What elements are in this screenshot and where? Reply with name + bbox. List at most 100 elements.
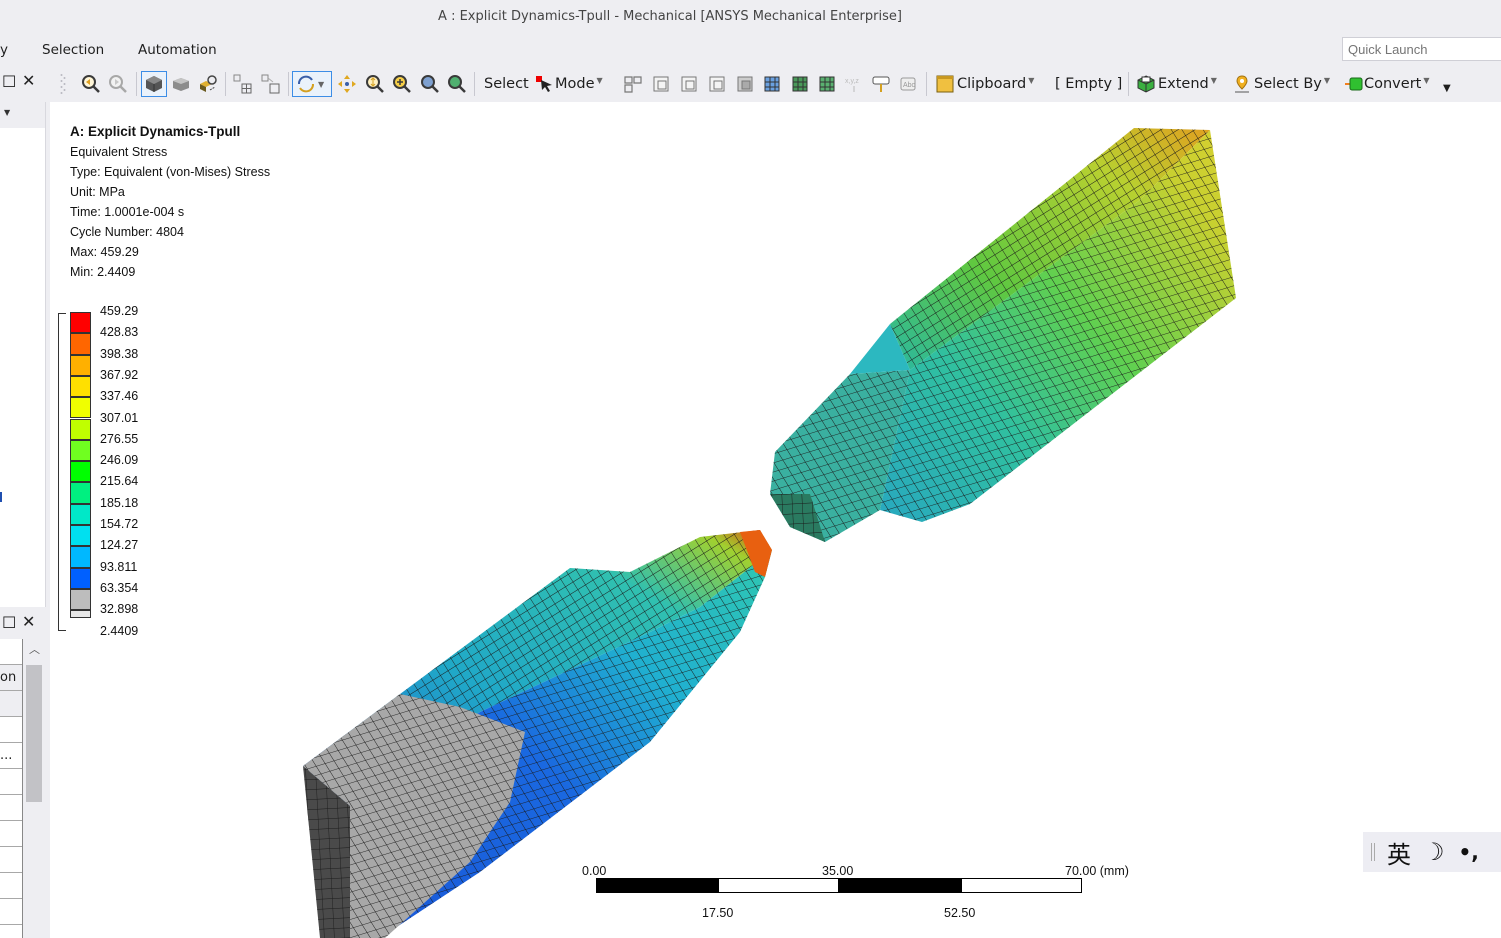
element-icon[interactable] bbox=[789, 73, 811, 95]
toolbar-separator bbox=[225, 72, 226, 96]
maximize-panel-icon[interactable]: ☐ bbox=[2, 72, 16, 91]
select-box-icon[interactable] bbox=[260, 73, 282, 95]
clipboard-label: Clipboard bbox=[957, 76, 1027, 92]
svg-text:x,y,z: x,y,z bbox=[845, 78, 859, 85]
clipboard-status: [ Empty ] bbox=[1055, 76, 1123, 92]
grid-row[interactable] bbox=[0, 821, 22, 847]
upper-fragment[interactable] bbox=[770, 128, 1236, 542]
extend-label: Extend bbox=[1158, 76, 1209, 92]
cursor-icon bbox=[536, 76, 552, 92]
grid-row[interactable]: on bbox=[0, 665, 22, 691]
chevron-down-icon: ▼ bbox=[318, 79, 325, 89]
details-scrollbar[interactable]: ︿ bbox=[25, 639, 43, 938]
mode-label: Mode bbox=[555, 76, 595, 92]
grid-row[interactable] bbox=[0, 899, 22, 925]
scale-segment bbox=[961, 878, 1082, 893]
toolbar-grip-icon[interactable] bbox=[58, 73, 68, 95]
clipboard-icon bbox=[936, 75, 954, 93]
scale-label-17-5: 17.50 bbox=[702, 906, 734, 920]
pan-icon[interactable] bbox=[336, 73, 358, 95]
mesh-select-icon[interactable] bbox=[622, 73, 644, 95]
rotate-icon bbox=[298, 75, 314, 93]
zoom-to-fit-icon[interactable] bbox=[419, 73, 441, 95]
close-panel-icon[interactable]: ✕ bbox=[22, 71, 35, 90]
isometric-view-icon[interactable] bbox=[141, 71, 167, 97]
select-grid-icon[interactable] bbox=[232, 73, 254, 95]
zoom-icon[interactable] bbox=[364, 73, 386, 95]
element-face-icon[interactable] bbox=[761, 73, 783, 95]
close-panel-icon[interactable]: ✕ bbox=[22, 612, 35, 631]
scale-segment bbox=[596, 878, 718, 893]
ime-toolbar[interactable]: 英 ☽ •, bbox=[1363, 832, 1501, 872]
title-bar: A : Explicit Dynamics-Tpull - Mechanical… bbox=[0, 0, 1501, 34]
scale-segment bbox=[839, 878, 961, 893]
grid-row[interactable] bbox=[0, 847, 22, 873]
ime-punctuation-icon[interactable]: •, bbox=[1459, 840, 1479, 864]
convert-dropdown[interactable]: Convert ▼ bbox=[1344, 66, 1430, 102]
outline-panel-header: ▼ bbox=[0, 102, 45, 128]
grid-row[interactable] bbox=[0, 873, 22, 899]
face-select-icon[interactable] bbox=[650, 73, 672, 95]
body-select-icon[interactable] bbox=[734, 73, 756, 95]
convert-label: Convert bbox=[1364, 76, 1422, 92]
vertex-select-icon[interactable] bbox=[706, 73, 728, 95]
grid-row[interactable] bbox=[0, 639, 22, 665]
render-options-icon[interactable] bbox=[197, 73, 219, 95]
extend-dropdown[interactable]: Extend ▼ bbox=[1136, 66, 1217, 102]
zoom-selection-icon[interactable] bbox=[446, 73, 468, 95]
scale-label-0: 0.00 bbox=[582, 864, 607, 878]
menu-item-automation[interactable]: Automation bbox=[138, 42, 217, 58]
grid-row[interactable] bbox=[0, 769, 22, 795]
chevron-down-icon: ▼ bbox=[1210, 75, 1217, 85]
label-icon[interactable] bbox=[870, 73, 892, 95]
node-icon[interactable] bbox=[816, 73, 838, 95]
toolbar-separator bbox=[136, 72, 137, 96]
details-grid: on ... bbox=[0, 639, 23, 938]
scale-segment bbox=[718, 878, 839, 893]
toolbar-separator bbox=[288, 72, 289, 96]
graphics-toolbar: ☐ ✕ ▼ Select Mode ▼ x,y,z Abc Clipboard … bbox=[0, 66, 1501, 102]
chevron-down-icon: ▼ bbox=[1028, 75, 1035, 85]
graphics-viewport[interactable]: A: Explicit Dynamics-Tpull Equivalent St… bbox=[50, 102, 1501, 938]
grid-row[interactable] bbox=[0, 717, 22, 743]
coordinate-icon[interactable]: x,y,z bbox=[843, 73, 865, 95]
quick-launch-input[interactable] bbox=[1342, 37, 1501, 61]
ime-moon-icon[interactable]: ☽ bbox=[1423, 838, 1445, 866]
edge-select-icon[interactable] bbox=[678, 73, 700, 95]
scroll-up-icon[interactable]: ︿ bbox=[29, 641, 40, 657]
scrollbar-thumb[interactable] bbox=[26, 665, 42, 802]
chevron-down-icon: ▼ bbox=[1323, 75, 1331, 85]
extend-icon bbox=[1137, 75, 1155, 93]
grid-row[interactable] bbox=[0, 795, 22, 821]
chevron-down-icon: ▼ bbox=[596, 75, 603, 85]
menu-bar: y Selection Automation bbox=[0, 34, 1501, 66]
zoom-next-icon[interactable] bbox=[107, 73, 129, 95]
select-button[interactable]: Select bbox=[484, 66, 529, 102]
zoom-in-icon[interactable] bbox=[391, 73, 413, 95]
clipboard-dropdown[interactable]: Clipboard ▼ bbox=[935, 66, 1034, 102]
maximize-panel-icon[interactable]: ☐ bbox=[2, 613, 16, 632]
outline-panel: ▼ bbox=[0, 102, 46, 607]
menu-item-selection[interactable]: Selection bbox=[42, 42, 104, 58]
scale-bar: 0.00 35.00 70.00 (mm) 17.50 52.50 bbox=[580, 860, 1140, 920]
dropdown-arrow-icon[interactable]: ▼ bbox=[4, 108, 10, 117]
tree-partial-marker bbox=[0, 492, 2, 502]
rotate-dropdown[interactable]: ▼ bbox=[292, 71, 332, 97]
chevron-down-icon: ▼ bbox=[1423, 75, 1430, 85]
ime-grip-icon[interactable] bbox=[1371, 843, 1375, 861]
toolbar-overflow-icon[interactable]: ▼ bbox=[1443, 70, 1451, 106]
ime-language-toggle[interactable]: 英 bbox=[1387, 835, 1411, 870]
select-mode-dropdown[interactable]: Mode ▼ bbox=[535, 66, 603, 102]
zoom-previous-icon[interactable] bbox=[80, 73, 102, 95]
fem-model-view[interactable] bbox=[50, 102, 1501, 938]
grid-row[interactable]: ... bbox=[0, 743, 22, 769]
scale-label-35: 35.00 bbox=[822, 864, 854, 878]
scale-label-52-5: 52.50 bbox=[944, 906, 976, 920]
menu-item-partial[interactable]: y bbox=[0, 42, 8, 58]
annotation-icon[interactable]: Abc bbox=[898, 73, 920, 95]
select-by-label: Select By bbox=[1254, 76, 1322, 92]
shaded-view-icon[interactable] bbox=[170, 73, 192, 95]
select-by-dropdown[interactable]: Select By ▼ bbox=[1232, 66, 1330, 102]
window-title: A : Explicit Dynamics-Tpull - Mechanical… bbox=[438, 9, 902, 24]
grid-row[interactable] bbox=[0, 691, 22, 717]
